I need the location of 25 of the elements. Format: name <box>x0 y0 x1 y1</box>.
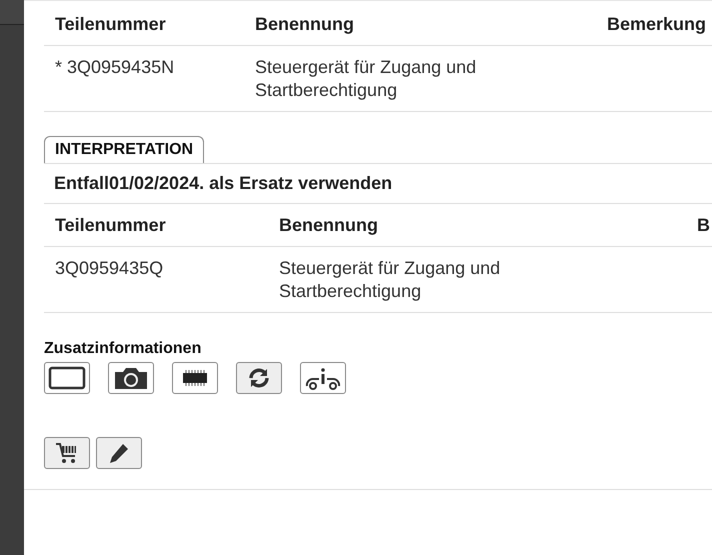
column-header: Benennung <box>255 14 354 34</box>
table-cell-text: * 3Q0959435N <box>55 56 176 79</box>
section-title: Zusatzinformationen <box>44 340 202 357</box>
pencil-button[interactable] <box>96 437 142 469</box>
table-cell-text: Steuergerät für Zugang und Startberechtigung <box>279 257 502 303</box>
notice-text: Entfall01/02/2024. als Ersatz verwenden <box>54 172 392 195</box>
pencil-icon <box>107 441 131 465</box>
frame-button[interactable] <box>44 362 90 394</box>
column-header: Teilenummer <box>55 214 166 234</box>
column-header: Benennung <box>279 214 378 234</box>
camera-button[interactable] <box>108 362 154 394</box>
interpretation-tab[interactable]: INTERPRETATION <box>44 136 204 163</box>
cart-button[interactable] <box>44 437 90 469</box>
refresh-icon <box>247 366 271 390</box>
table-cell-text: 3Q0959435Q <box>55 257 164 280</box>
info-car-button[interactable] <box>300 362 346 394</box>
table-cell-text: Steuergerät für Zugang und Startberechtigung <box>255 56 478 102</box>
camera-icon <box>112 366 150 390</box>
chip-button[interactable] <box>172 362 218 394</box>
column-header: Bemerkung <box>607 14 706 34</box>
car-info-icon <box>304 366 342 390</box>
frame-icon <box>48 366 86 390</box>
column-header: Teilenummer <box>55 14 166 34</box>
column-header: B <box>697 214 710 234</box>
refresh-button[interactable] <box>236 362 282 394</box>
